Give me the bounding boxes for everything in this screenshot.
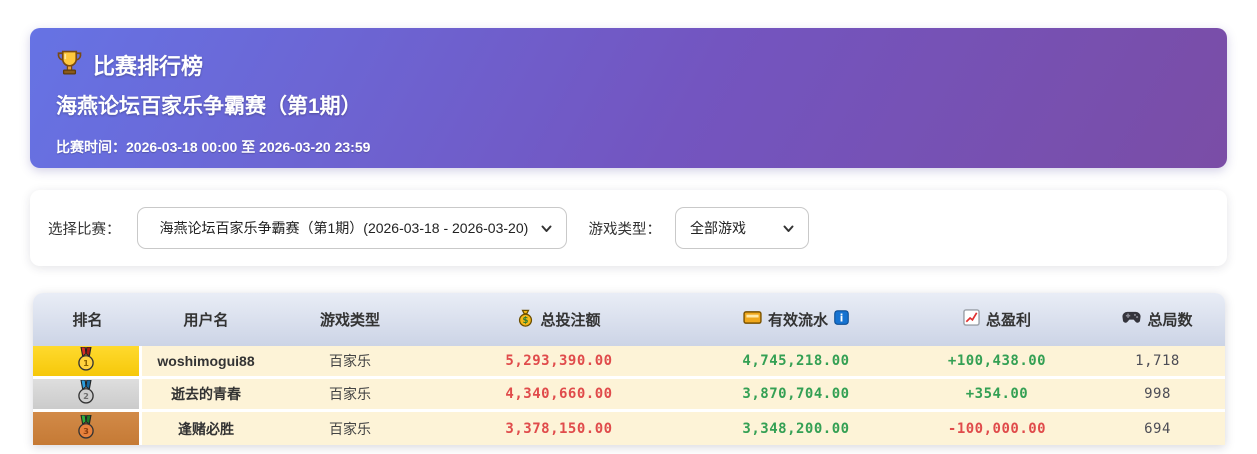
bronze-medal-icon: 3 — [76, 413, 96, 443]
rounds-cell: 1,718 — [1135, 353, 1180, 369]
table-row: 2 逝去的青春 百家乐 4,340,660.00 3,870,704.00 +3… — [33, 379, 1225, 412]
username-column-header: 用户名 — [183, 312, 229, 329]
total-bet-cell: 4,340,660.00 — [505, 386, 613, 402]
page-title: 比赛排行榜 — [93, 54, 204, 79]
game-type-select-label: 游戏类型： — [588, 221, 662, 238]
turnover-column-header: 有效流水 i — [688, 293, 904, 346]
svg-text:i: i — [840, 312, 844, 324]
total-bet-cell: 3,378,150.00 — [505, 420, 613, 437]
svg-text:1: 1 — [83, 358, 89, 368]
filter-card: 选择比赛： 海燕论坛百家乐争霸赛（第1期）(2026-03-18 - 2026-… — [30, 190, 1227, 266]
profit-cell: +100,438.00 — [947, 353, 1047, 369]
hero-banner: 比赛排行榜 海燕论坛百家乐争霸赛（第1期） 比赛时间：2026-03-18 00… — [30, 28, 1227, 168]
rank-column-header: 排名 — [72, 312, 103, 329]
credit-card-icon — [743, 310, 762, 329]
game-type-select-value: 全部游戏 — [690, 220, 746, 236]
competition-select-value: 海燕论坛百家乐争霸赛（第1期）(2026-03-18 - 2026-03-20) — [159, 220, 529, 236]
chevron-down-icon — [541, 220, 552, 236]
turnover-cell: 4,745,218.00 — [742, 353, 850, 369]
rounds-cell: 998 — [1144, 386, 1171, 402]
rounds-cell: 694 — [1144, 420, 1171, 437]
chart-up-icon — [963, 309, 980, 330]
username-cell: 逢赌必胜 — [178, 420, 234, 437]
table-header-row: 排名 用户名 游戏类型 $ 总投注额 有效流水 i 总盈利 总局数 — [33, 293, 1225, 346]
chevron-down-icon — [783, 220, 794, 236]
game-type-cell: 百家乐 — [329, 420, 371, 437]
competition-subtitle: 海燕论坛百家乐争霸赛（第1期） — [56, 95, 362, 118]
game-type-column-header: 游戏类型 — [319, 312, 380, 329]
game-type-select[interactable]: 全部游戏 — [675, 207, 809, 249]
rounds-column-header: 总局数 — [1090, 293, 1225, 346]
money-bag-icon: $ — [517, 309, 534, 331]
total-bet-cell: 5,293,390.00 — [505, 353, 613, 369]
competition-select[interactable]: 海燕论坛百家乐争霸赛（第1期）(2026-03-18 - 2026-03-20) — [136, 207, 567, 249]
rank-cell: 3 — [33, 412, 142, 445]
total-bet-column-header: $ 总投注额 — [430, 293, 688, 346]
competition-time: 比赛时间：2026-03-18 00:00 至 2026-03-20 23:59 — [56, 139, 371, 155]
rank-cell: 1 — [33, 346, 142, 376]
info-icon[interactable]: i — [834, 310, 849, 329]
gamepad-icon — [1122, 311, 1142, 328]
rank-cell: 2 — [33, 379, 142, 409]
game-type-cell: 百家乐 — [329, 353, 371, 369]
profit-cell: +354.00 — [965, 386, 1029, 402]
profit-cell: -100,000.00 — [947, 420, 1047, 437]
username-cell: 逝去的青春 — [171, 386, 241, 402]
turnover-cell: 3,870,704.00 — [742, 386, 850, 402]
silver-medal-icon: 2 — [76, 379, 96, 408]
competition-select-label: 选择比赛： — [48, 221, 121, 238]
svg-text:3: 3 — [83, 426, 89, 436]
profit-column-header: 总盈利 — [904, 293, 1090, 346]
svg-text:$: $ — [523, 316, 529, 326]
leaderboard-table: 排名 用户名 游戏类型 $ 总投注额 有效流水 i 总盈利 总局数 1 wosh… — [33, 293, 1225, 445]
trophy-icon — [56, 49, 83, 81]
table-row: 1 woshimogui88 百家乐 5,293,390.00 4,745,21… — [33, 346, 1225, 379]
turnover-cell: 3,348,200.00 — [742, 420, 850, 437]
gold-medal-icon: 1 — [76, 346, 96, 375]
svg-text:2: 2 — [83, 391, 89, 401]
username-cell: woshimogui88 — [157, 353, 255, 369]
game-type-cell: 百家乐 — [329, 386, 371, 402]
table-row: 3 逢赌必胜 百家乐 3,378,150.00 3,348,200.00 -10… — [33, 412, 1225, 445]
